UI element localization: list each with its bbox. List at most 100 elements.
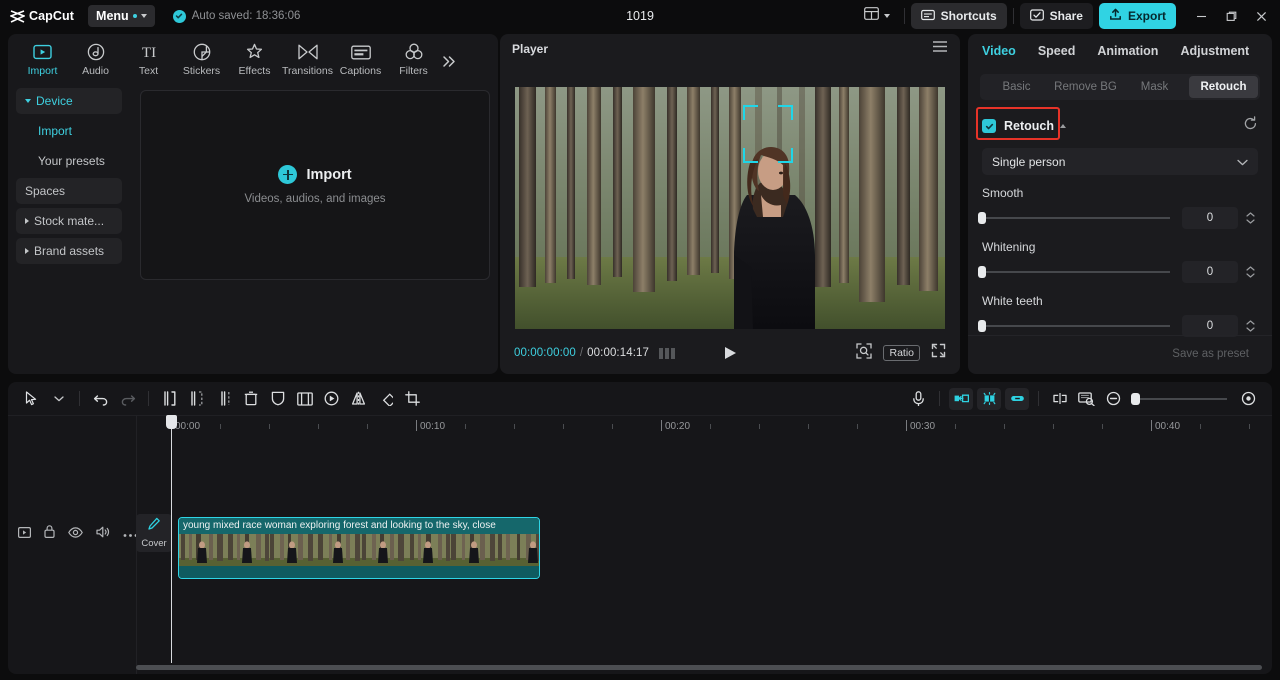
slider-white-teeth-handle[interactable]: [978, 320, 986, 332]
face-detection-box[interactable]: [743, 105, 793, 163]
slider-smooth-value[interactable]: 0: [1182, 207, 1238, 229]
record-button[interactable]: [905, 387, 932, 411]
sidebar-item-brand-assets[interactable]: Brand assets: [16, 238, 122, 264]
share-button[interactable]: Share: [1019, 3, 1093, 29]
undo-button[interactable]: [87, 387, 114, 411]
tab-adjustment[interactable]: Adjustment: [1180, 44, 1249, 58]
clip-edit-link-button[interactable]: [1005, 387, 1029, 410]
trim-right-button[interactable]: [210, 387, 237, 411]
tab-transitions[interactable]: Transitions: [281, 42, 334, 82]
timeline-ruler[interactable]: 00:00 00:10 00:20 00:30 00:40: [8, 415, 1272, 437]
speed-button[interactable]: [318, 387, 345, 411]
zoom-in-button[interactable]: [1235, 387, 1262, 411]
ruler-major-tick: [906, 420, 907, 431]
subtab-remove-bg[interactable]: Remove BG: [1051, 76, 1120, 98]
playhead-handle[interactable]: [166, 415, 177, 429]
clip-edit-in-button[interactable]: [949, 387, 973, 410]
marker-button[interactable]: [1046, 387, 1073, 411]
slider-whitening-stepper[interactable]: [1242, 266, 1258, 278]
mask-button[interactable]: [264, 387, 291, 411]
zoom-out-button[interactable]: [1100, 387, 1127, 411]
chevron-double-right-icon[interactable]: [442, 55, 457, 82]
tab-import[interactable]: Import: [16, 42, 69, 82]
magnifier-frame-icon[interactable]: [856, 342, 873, 364]
tab-text[interactable]: TI Text: [122, 42, 175, 82]
cover-button[interactable]: Cover: [136, 514, 172, 552]
split-button[interactable]: [156, 387, 183, 411]
slider-smooth-track[interactable]: [978, 212, 1170, 224]
slider-whitening-handle[interactable]: [978, 266, 986, 278]
save-as-preset-button[interactable]: Save as preset: [1163, 344, 1258, 364]
sidebar-item-spaces[interactable]: Spaces: [16, 178, 122, 204]
fullscreen-icon[interactable]: [931, 343, 946, 363]
tab-captions[interactable]: Captions: [334, 42, 387, 82]
trim-left-button[interactable]: [183, 387, 210, 411]
layout-button[interactable]: [856, 4, 898, 28]
layout-icon: [863, 7, 879, 25]
sidebar-item-your-presets[interactable]: Your presets: [16, 148, 122, 174]
keyboard-icon: [920, 9, 935, 24]
slider-smooth-stepper[interactable]: [1242, 212, 1258, 224]
slider-whitening-value[interactable]: 0: [1182, 261, 1238, 283]
caret-up-icon[interactable]: [1060, 124, 1066, 128]
player-stage: [500, 72, 960, 344]
tab-stickers[interactable]: Stickers: [175, 42, 228, 82]
speaker-icon[interactable]: [96, 525, 110, 543]
rotate-button[interactable]: [372, 387, 399, 411]
play-button[interactable]: [719, 347, 741, 359]
timeline-clip[interactable]: young mixed race woman exploring forest …: [178, 517, 540, 579]
ratio-button[interactable]: Ratio: [883, 345, 920, 361]
timeline-horizontal-scrollbar[interactable]: [136, 665, 1262, 670]
redo-button[interactable]: [114, 387, 141, 411]
sidebar-item-stock-materials[interactable]: Stock mate...: [16, 208, 122, 234]
tab-video[interactable]: Video: [982, 44, 1016, 58]
subtab-mask[interactable]: Mask: [1120, 76, 1189, 98]
video-preview[interactable]: [515, 87, 945, 329]
menu-button[interactable]: Menu: [88, 5, 155, 27]
maximize-button[interactable]: [1216, 1, 1246, 31]
export-button[interactable]: Export: [1098, 3, 1176, 29]
subtab-basic[interactable]: Basic: [982, 76, 1051, 98]
ruler-tick: [1200, 424, 1201, 429]
frames-icon[interactable]: [659, 347, 676, 359]
tab-speed[interactable]: Speed: [1038, 44, 1076, 58]
export-label: Export: [1127, 9, 1166, 23]
freeze-button[interactable]: [291, 387, 318, 411]
subtab-retouch[interactable]: Retouch: [1189, 76, 1258, 98]
sidebar-item-import[interactable]: Import: [16, 118, 122, 144]
slider-whitening-track[interactable]: [978, 266, 1170, 278]
select-tool-dropdown[interactable]: [45, 387, 72, 411]
timeline-zoom-handle[interactable]: [1131, 392, 1140, 405]
tab-audio[interactable]: Audio: [69, 42, 122, 82]
close-button[interactable]: [1246, 1, 1276, 31]
check-icon: [172, 9, 186, 23]
hamburger-icon[interactable]: [932, 40, 948, 58]
eye-icon[interactable]: [68, 525, 83, 543]
crop-button[interactable]: [399, 387, 426, 411]
slider-smooth-handle[interactable]: [978, 212, 986, 224]
slider-white-teeth-value[interactable]: 0: [1182, 315, 1238, 337]
slider-white-teeth-stepper[interactable]: [1242, 320, 1258, 332]
playhead[interactable]: [166, 415, 177, 663]
minimize-button[interactable]: [1186, 1, 1216, 31]
person-mode-select[interactable]: Single person: [982, 148, 1258, 175]
sidebar-item-device[interactable]: Device: [16, 88, 122, 114]
slider-white-teeth-track[interactable]: [978, 320, 1170, 332]
mirror-button[interactable]: [345, 387, 372, 411]
tab-effects[interactable]: Effects: [228, 42, 281, 82]
timeline-zoom-slider[interactable]: [1131, 392, 1227, 405]
select-cursor-icon[interactable]: [18, 387, 45, 411]
lock-icon[interactable]: [44, 525, 55, 543]
tab-filters[interactable]: Filters: [387, 42, 440, 82]
retouch-checkbox[interactable]: [982, 119, 996, 133]
tab-animation[interactable]: Animation: [1097, 44, 1158, 58]
timeline-toolbar-right: [905, 387, 1262, 411]
preview-render-button[interactable]: [1073, 387, 1100, 411]
shortcuts-button[interactable]: Shortcuts: [910, 3, 1007, 29]
clip-edit-enhance-button[interactable]: [977, 387, 1001, 410]
delete-button[interactable]: [237, 387, 264, 411]
reset-icon[interactable]: [1243, 116, 1258, 136]
import-dropzone[interactable]: Import Videos, audios, and images: [140, 90, 490, 280]
video-track-icon[interactable]: [18, 525, 32, 543]
video-frame-image: [515, 87, 945, 329]
